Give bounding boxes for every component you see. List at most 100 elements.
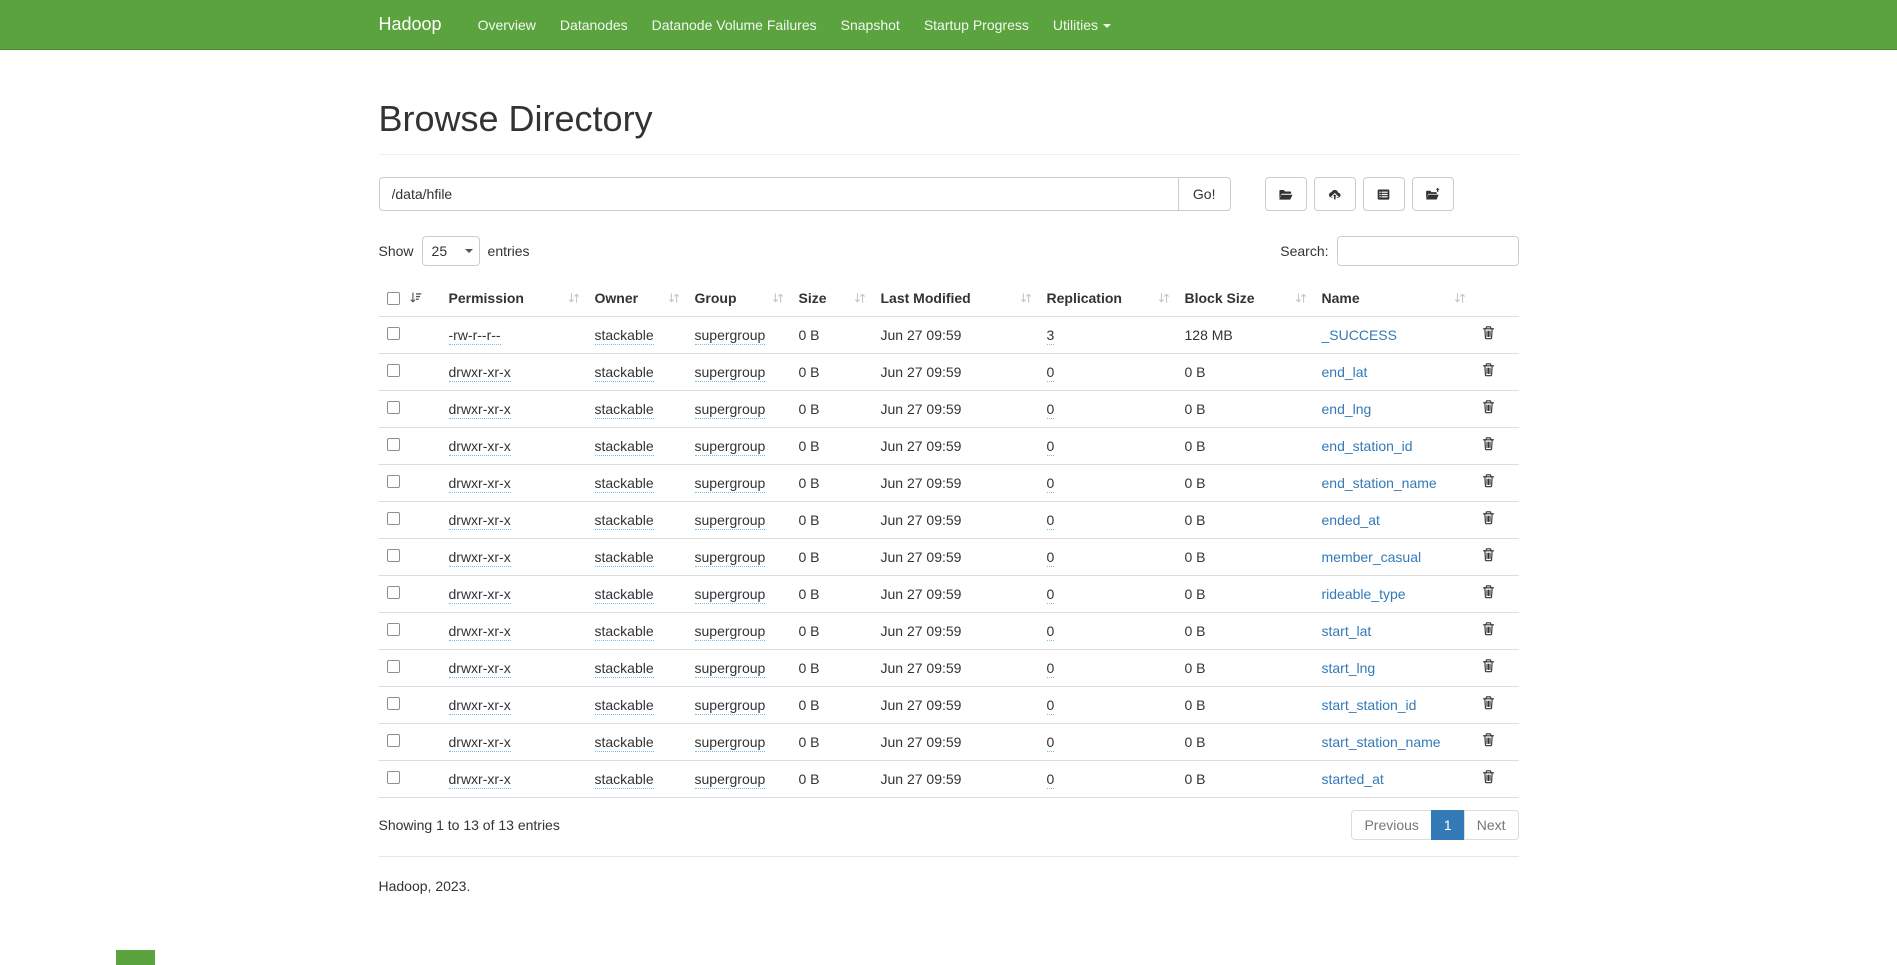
file-link[interactable]: start_lat	[1322, 623, 1372, 639]
replication-value[interactable]: 3	[1047, 327, 1055, 345]
owner-value[interactable]: stackable	[595, 438, 654, 456]
owner-value[interactable]: stackable	[595, 364, 654, 382]
file-link[interactable]: start_station_name	[1322, 734, 1441, 750]
group-value[interactable]: supergroup	[695, 549, 766, 567]
group-value[interactable]: supergroup	[695, 660, 766, 678]
group-value[interactable]: supergroup	[695, 475, 766, 493]
permission-value[interactable]: drwxr-xr-x	[449, 623, 511, 641]
owner-value[interactable]: stackable	[595, 586, 654, 604]
permission-value[interactable]: drwxr-xr-x	[449, 401, 511, 419]
column-header-last-modified[interactable]: Last Modified	[873, 280, 1039, 317]
permission-value[interactable]: drwxr-xr-x	[449, 660, 511, 678]
permission-value[interactable]: drwxr-xr-x	[449, 697, 511, 715]
owner-value[interactable]: stackable	[595, 697, 654, 715]
pagination-page-1-button[interactable]: 1	[1431, 810, 1465, 840]
file-link[interactable]: rideable_type	[1322, 586, 1406, 602]
group-value[interactable]: supergroup	[695, 364, 766, 382]
delete-button[interactable]	[1481, 547, 1497, 563]
owner-value[interactable]: stackable	[595, 549, 654, 567]
file-link[interactable]: started_at	[1322, 771, 1384, 787]
delete-button[interactable]	[1481, 695, 1497, 711]
replication-value[interactable]: 0	[1047, 771, 1055, 789]
file-link[interactable]: end_station_name	[1322, 475, 1437, 491]
group-value[interactable]: supergroup	[695, 734, 766, 752]
row-checkbox[interactable]	[387, 512, 400, 525]
permission-value[interactable]: drwxr-xr-x	[449, 771, 511, 789]
file-link[interactable]: ended_at	[1322, 512, 1380, 528]
replication-value[interactable]: 0	[1047, 660, 1055, 678]
row-checkbox[interactable]	[387, 586, 400, 599]
replication-value[interactable]: 0	[1047, 623, 1055, 641]
owner-value[interactable]: stackable	[595, 623, 654, 641]
row-checkbox[interactable]	[387, 475, 400, 488]
file-link[interactable]: start_lng	[1322, 660, 1376, 676]
select-all-header[interactable]	[379, 280, 441, 317]
nav-item-datanode-volume-failures[interactable]: Datanode Volume Failures	[640, 2, 829, 48]
row-checkbox[interactable]	[387, 549, 400, 562]
replication-value[interactable]: 0	[1047, 586, 1055, 604]
replication-value[interactable]: 0	[1047, 734, 1055, 752]
pagination-next-button[interactable]: Next	[1464, 810, 1519, 840]
group-value[interactable]: supergroup	[695, 327, 766, 345]
row-checkbox[interactable]	[387, 697, 400, 710]
permission-value[interactable]: drwxr-xr-x	[449, 549, 511, 567]
nav-item-snapshot[interactable]: Snapshot	[829, 2, 912, 48]
nav-item-overview[interactable]: Overview	[466, 2, 548, 48]
group-value[interactable]: supergroup	[695, 512, 766, 530]
delete-button[interactable]	[1481, 658, 1497, 674]
navbar-brand[interactable]: Hadoop	[379, 14, 442, 35]
replication-value[interactable]: 0	[1047, 475, 1055, 493]
delete-button[interactable]	[1481, 732, 1497, 748]
replication-value[interactable]: 0	[1047, 697, 1055, 715]
row-checkbox[interactable]	[387, 438, 400, 451]
row-checkbox[interactable]	[387, 623, 400, 636]
column-header-owner[interactable]: Owner	[587, 280, 687, 317]
group-value[interactable]: supergroup	[695, 771, 766, 789]
upload-files-button[interactable]	[1314, 177, 1356, 211]
delete-button[interactable]	[1481, 584, 1497, 600]
create-directory-button[interactable]	[1265, 177, 1307, 211]
owner-value[interactable]: stackable	[595, 660, 654, 678]
delete-button[interactable]	[1481, 399, 1497, 415]
owner-value[interactable]: stackable	[595, 327, 654, 345]
group-value[interactable]: supergroup	[695, 697, 766, 715]
directory-path-input[interactable]	[379, 177, 1179, 211]
nav-item-startup-progress[interactable]: Startup Progress	[912, 2, 1041, 48]
permission-value[interactable]: drwxr-xr-x	[449, 586, 511, 604]
row-checkbox[interactable]	[387, 364, 400, 377]
column-header-group[interactable]: Group	[687, 280, 791, 317]
nav-item-datanodes[interactable]: Datanodes	[548, 2, 640, 48]
replication-value[interactable]: 0	[1047, 512, 1055, 530]
cut-paste-button[interactable]	[1363, 177, 1405, 211]
file-link[interactable]: start_station_id	[1322, 697, 1417, 713]
delete-button[interactable]	[1481, 510, 1497, 526]
file-link[interactable]: end_station_id	[1322, 438, 1413, 454]
column-header-size[interactable]: Size	[791, 280, 873, 317]
row-checkbox[interactable]	[387, 660, 400, 673]
row-checkbox[interactable]	[387, 401, 400, 414]
column-header-name[interactable]: Name	[1314, 280, 1473, 317]
row-checkbox[interactable]	[387, 734, 400, 747]
owner-value[interactable]: stackable	[595, 401, 654, 419]
permission-value[interactable]: drwxr-xr-x	[449, 475, 511, 493]
page-size-select[interactable]: 25	[422, 236, 480, 266]
delete-button[interactable]	[1481, 436, 1497, 452]
delete-button[interactable]	[1481, 769, 1497, 785]
file-link[interactable]: end_lng	[1322, 401, 1372, 417]
group-value[interactable]: supergroup	[695, 623, 766, 641]
column-header-permission[interactable]: Permission	[441, 280, 587, 317]
file-link[interactable]: end_lat	[1322, 364, 1368, 380]
group-value[interactable]: supergroup	[695, 586, 766, 604]
permission-value[interactable]: drwxr-xr-x	[449, 438, 511, 456]
row-checkbox[interactable]	[387, 327, 400, 340]
move-to-folder-button[interactable]	[1412, 177, 1454, 211]
file-link[interactable]: _SUCCESS	[1322, 327, 1397, 343]
file-link[interactable]: member_casual	[1322, 549, 1422, 565]
owner-value[interactable]: stackable	[595, 771, 654, 789]
select-all-checkbox[interactable]	[387, 292, 400, 305]
replication-value[interactable]: 0	[1047, 401, 1055, 419]
owner-value[interactable]: stackable	[595, 512, 654, 530]
delete-button[interactable]	[1481, 621, 1497, 637]
permission-value[interactable]: drwxr-xr-x	[449, 512, 511, 530]
permission-value[interactable]: drwxr-xr-x	[449, 734, 511, 752]
